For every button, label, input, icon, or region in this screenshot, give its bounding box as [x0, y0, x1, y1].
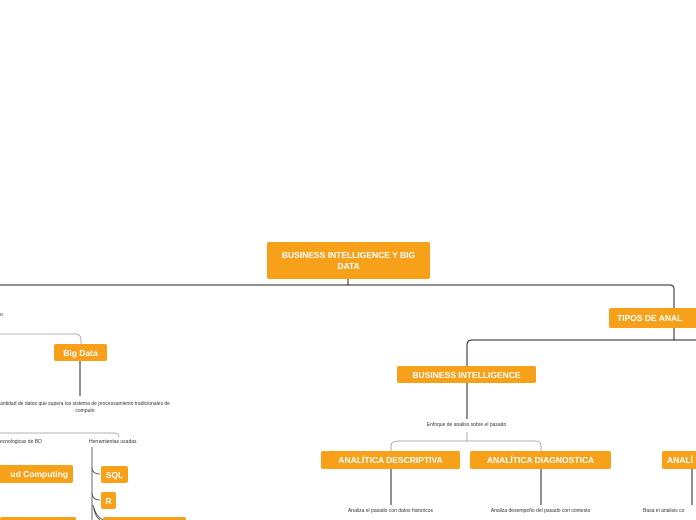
node-cloud-computing[interactable]: ud Computing — [0, 465, 73, 483]
node-tipos-de-analisis[interactable]: TIPOS DE ANAL — [609, 308, 696, 328]
node-analitica-descriptiva[interactable]: ANALÍTICA DESCRIPTIVA — [321, 451, 460, 469]
tool-r-link — [91, 491, 101, 501]
herramientas-label: Herramientas usadas — [89, 439, 137, 445]
node-descriptiva-label: ANALÍTICA DESCRIPTIVA — [338, 455, 443, 465]
right-partial-text: Basa el analisis co — [643, 508, 685, 514]
big-data-split — [0, 432, 120, 438]
node-big-data[interactable]: Big Data — [54, 344, 107, 361]
bi-split — [390, 432, 542, 451]
tool-extra-link-1 — [92, 504, 101, 520]
node-tool-r[interactable]: R — [101, 492, 116, 509]
node-cloud-label: ud Computing — [10, 469, 68, 479]
node-big-data-label: Big Data — [63, 347, 98, 358]
node-tool-sql-label: SQL — [105, 469, 124, 480]
node-business-intelligence[interactable]: BUSINESS INTELLIGENCE — [397, 366, 536, 383]
node-diagnostica-label: ANALÍTICA DIAGNOSTICA — [486, 455, 595, 465]
node-right-partial-label: ANALÍ — [667, 455, 693, 465]
big-data-top-label: o — [0, 312, 3, 318]
tool-sql-link — [91, 466, 101, 475]
node-bi-label: BUSINESS INTELLIGENCE — [412, 369, 521, 380]
diagnostica-text: Analiza desempeño del pasado con contest… — [490, 508, 591, 514]
tipos-down-link — [466, 328, 675, 366]
root-title: BUSINESS INTELLIGENCE Y BIG DATA — [281, 249, 416, 271]
node-tool-r-label: R — [105, 495, 112, 506]
descriptiva-text: Analiza el pasado con datos historicos — [347, 508, 434, 514]
node-analitica-diagnostica[interactable]: ANALÍTICA DIAGNOSTICA — [470, 451, 611, 469]
node-analitica-right-partial[interactable]: ANALÍ — [662, 451, 696, 469]
big-data-definition: antidad de datos que supera los sistema … — [0, 401, 170, 414]
mind-map-canvas: BUSINESS INTELLIGENCE Y BIG DATA TIPOS D… — [0, 0, 696, 520]
bi-subtitle: Enfoque de analiss sobre el pasado — [426, 422, 507, 428]
node-tipos-label: TIPOS DE ANAL — [617, 313, 683, 323]
main-bar — [0, 284, 675, 308]
node-tool-sql[interactable]: SQL — [101, 466, 128, 483]
tecnologias-label: ecnologicas de BD — [0, 439, 42, 445]
root-node[interactable]: BUSINESS INTELLIGENCE Y BIG DATA — [267, 242, 430, 279]
